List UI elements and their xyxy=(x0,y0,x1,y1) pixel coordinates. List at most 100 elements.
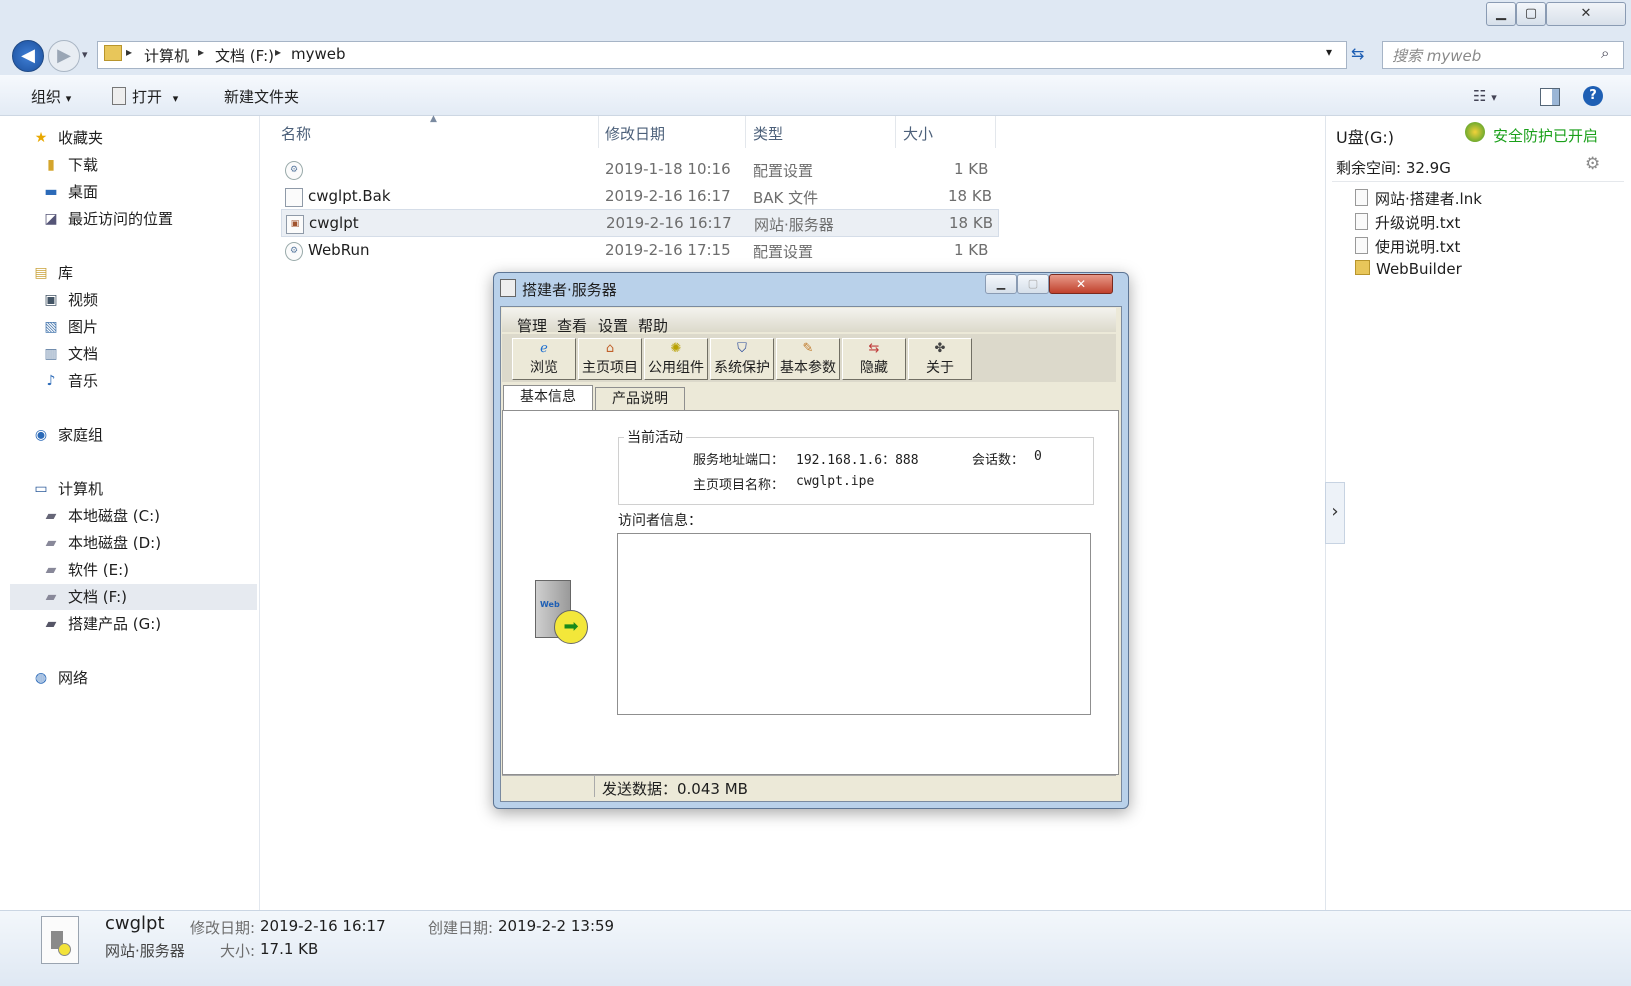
tool-components-button[interactable]: ✺ 公用组件 xyxy=(644,338,708,380)
dialog-title: 搭建者·服务器 xyxy=(522,281,617,299)
documents-icon: ▥ xyxy=(44,346,58,362)
column-divider[interactable] xyxy=(598,116,599,148)
file-type: 网站·服务器 xyxy=(754,216,834,234)
preview-item[interactable]: WebBuilder xyxy=(1355,260,1462,278)
preview-item[interactable]: 使用说明.txt xyxy=(1355,236,1460,257)
protection-status[interactable]: 安全防护已开启 xyxy=(1493,125,1598,146)
preview-pane-icon[interactable] xyxy=(1540,88,1560,106)
nav-documents[interactable]: ▥ 文档 xyxy=(0,341,259,367)
file-icon xyxy=(285,188,303,207)
view-options-icon[interactable]: ☷ ▾ xyxy=(1473,87,1497,105)
search-box[interactable]: 搜索 myweb ⌕ xyxy=(1382,41,1624,69)
breadcrumb-drive-f[interactable]: 文档 (F:) xyxy=(215,45,274,66)
nav-libraries[interactable]: ▤ 库 xyxy=(0,260,259,286)
forward-button[interactable]: ▶ xyxy=(48,40,80,72)
new-folder-button[interactable]: 新建文件夹 xyxy=(224,86,299,107)
tab-basic-info[interactable]: 基本信息 xyxy=(503,385,593,410)
tool-browse-button[interactable]: ℯ 浏览 xyxy=(512,338,576,380)
preview-item[interactable]: 网站·搭建者.lnk xyxy=(1355,188,1482,209)
address-dropdown-icon[interactable]: ▾ xyxy=(1326,45,1332,59)
nav-videos[interactable]: ▣ 视频 xyxy=(0,287,259,313)
search-icon[interactable]: ⌕ xyxy=(1601,44,1609,62)
details-modified: 2019-2-16 16:17 xyxy=(260,917,386,935)
menu-manage[interactable]: 管理 xyxy=(517,315,547,336)
forward-arrow-icon: ▶ xyxy=(57,45,71,66)
nav-recent[interactable]: ◪ 最近访问的位置 xyxy=(0,206,259,232)
nav-favorites[interactable]: ★ 收藏夹 xyxy=(0,125,259,151)
back-button[interactable]: ◀ xyxy=(12,40,44,72)
address-bar[interactable]: ▸ 计算机 ▸ 文档 (F:) ▸ myweb ▾ xyxy=(97,41,1347,69)
column-header-size[interactable]: 大小 xyxy=(903,123,933,144)
menu-view[interactable]: 查看 xyxy=(557,315,587,336)
file-name: WebRun xyxy=(308,241,370,259)
column-header-type[interactable]: 类型 xyxy=(753,123,783,144)
tab-product-info[interactable]: 产品说明 xyxy=(595,387,685,410)
column-header-modified[interactable]: 修改日期 xyxy=(605,123,665,144)
file-modified: 2019-2-16 16:17 xyxy=(605,187,731,205)
column-header-name[interactable]: 名称 xyxy=(281,123,311,144)
search-input[interactable]: 搜索 myweb xyxy=(1392,45,1481,66)
nav-drive-c[interactable]: ▰ 本地磁盘 (C:) xyxy=(0,503,259,529)
breadcrumb-separator: ▸ xyxy=(275,45,282,59)
details-modified-label: 修改日期: xyxy=(190,919,256,937)
restore-icon: ▢ xyxy=(1027,277,1039,290)
nav-computer[interactable]: ▭ 计算机 xyxy=(0,476,259,502)
nav-network[interactable]: ◍ 网络 xyxy=(0,665,259,691)
nav-pictures[interactable]: ▧ 图片 xyxy=(0,314,259,340)
preview-drive-name: U盘(G:) xyxy=(1336,128,1394,147)
dialog-close-button[interactable]: ✕ xyxy=(1049,274,1113,294)
file-modified: 2019-1-18 10:16 xyxy=(605,160,731,178)
tool-home-project-button[interactable]: ⌂ 主页项目 xyxy=(578,338,642,380)
column-divider[interactable] xyxy=(745,116,746,148)
gear-icon[interactable]: ⚙ xyxy=(1585,154,1600,174)
nav-drive-e[interactable]: ▰ 软件 (E:) xyxy=(0,557,259,583)
file-row[interactable]: ⚙ 2019-1-18 10:16 配置设置 1 KB xyxy=(281,156,997,182)
preview-item[interactable]: 升级说明.txt xyxy=(1355,212,1460,233)
config-file-icon: ⚙ xyxy=(285,242,303,261)
dialog-minimize-button[interactable]: ▁ xyxy=(985,274,1017,294)
tool-about-button[interactable]: ✤ 关于 xyxy=(908,338,972,380)
server-app-large-icon xyxy=(41,916,79,964)
tool-hide-button[interactable]: ⇆ 隐藏 xyxy=(842,338,906,380)
nav-downloads[interactable]: ▮ 下载 xyxy=(0,152,259,178)
minimize-button[interactable]: ▁ xyxy=(1486,2,1516,26)
refresh-icon[interactable]: ⇆ xyxy=(1351,44,1364,63)
history-dropdown[interactable]: ▾ xyxy=(82,48,88,61)
tool-protection-button[interactable]: ⛉ 系统保护 xyxy=(710,338,774,380)
maximize-button[interactable]: ▢ xyxy=(1516,2,1546,26)
file-row[interactable]: ⚙ WebRun 2019-2-16 17:15 配置设置 1 KB xyxy=(281,237,997,263)
nav-music[interactable]: ♪ 音乐 xyxy=(0,368,259,394)
file-modified: 2019-2-16 16:17 xyxy=(606,214,732,232)
organize-button[interactable]: 组织 ▾ xyxy=(31,86,71,107)
nav-drive-d[interactable]: ▰ 本地磁盘 (D:) xyxy=(0,530,259,556)
visitor-info-list[interactable] xyxy=(617,533,1091,715)
nav-homegroup[interactable]: ◉ 家庭组 xyxy=(0,422,259,448)
nav-desktop[interactable]: ▬ 桌面 xyxy=(0,179,259,205)
breadcrumb-myweb[interactable]: myweb xyxy=(291,45,346,63)
file-size: 18 KB xyxy=(948,187,992,205)
settings-edit-icon: ✎ xyxy=(802,341,814,356)
menu-settings[interactable]: 设置 xyxy=(598,315,628,336)
menu-help[interactable]: 帮助 xyxy=(638,315,668,336)
free-space: 剩余空间: 32.9G xyxy=(1336,159,1451,177)
breadcrumb-computer[interactable]: 计算机 xyxy=(144,45,189,66)
nav-drive-g[interactable]: ▰ 搭建产品 (G:) xyxy=(0,611,259,637)
project-name-value: cwglpt.ipe xyxy=(796,474,875,489)
help-icon[interactable]: ? xyxy=(1583,86,1603,106)
expand-pane-button[interactable]: › xyxy=(1325,482,1345,544)
file-row-selected[interactable]: ▣ cwglpt 2019-2-16 16:17 网站·服务器 18 KB xyxy=(281,209,999,237)
open-button[interactable]: 打开 ▾ xyxy=(112,86,178,107)
chevron-down-icon: ▾ xyxy=(65,92,72,105)
column-divider[interactable] xyxy=(995,116,996,148)
usb-drive-icon: ▰ xyxy=(45,616,57,632)
nav-drive-f[interactable]: ▰ 文档 (F:) xyxy=(10,584,257,610)
drive-icon: ▰ xyxy=(45,589,57,605)
close-button[interactable]: ✕ xyxy=(1546,2,1626,26)
folder-icon xyxy=(104,45,122,61)
file-row[interactable]: cwglpt.Bak 2019-2-16 16:17 BAK 文件 18 KB xyxy=(281,183,997,209)
browser-icon: ℯ xyxy=(540,341,548,356)
drive-icon: ▰ xyxy=(45,508,57,524)
tool-params-button[interactable]: ✎ 基本参数 xyxy=(776,338,840,380)
column-divider[interactable] xyxy=(895,116,896,148)
sessions-value: 0 xyxy=(1034,449,1042,464)
